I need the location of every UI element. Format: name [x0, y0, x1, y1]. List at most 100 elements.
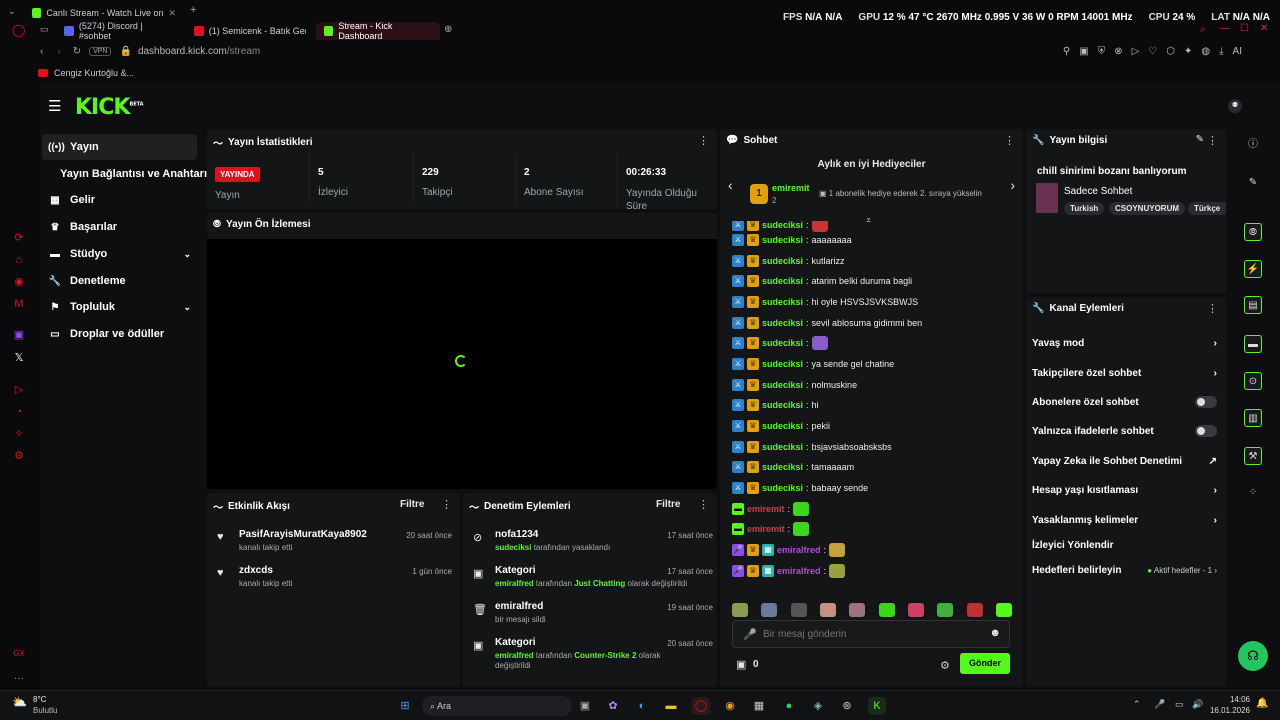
nav-stream-key[interactable]: Yayın Bağlantısı ve Anahtarı	[42, 161, 207, 187]
info-icon[interactable]: ⓘ	[1244, 136, 1262, 154]
chat-username[interactable]: emiralfred	[777, 566, 821, 576]
sidebar-player-icon[interactable]: ▷	[12, 383, 26, 397]
emote-icon[interactable]	[819, 603, 836, 617]
chat-username[interactable]: sudeciksi	[762, 359, 803, 369]
emote-icon[interactable]	[995, 603, 1012, 617]
top-gifter-name[interactable]: emiremit	[772, 183, 810, 193]
pencil-icon[interactable]: ✎	[1244, 174, 1262, 192]
minimize-icon[interactable]: —	[1220, 23, 1230, 34]
moderation-category[interactable]: Just Chatting	[574, 579, 625, 588]
url-field[interactable]: dashboard.kick.com/stream	[138, 46, 260, 57]
chat-username[interactable]: sudeciksi	[762, 256, 803, 266]
browser-tab-2[interactable]: (5274) Discord | #sohbet	[56, 21, 184, 41]
copilot-icon[interactable]: ✿	[604, 697, 622, 715]
edge-icon[interactable]: ◐	[633, 697, 651, 715]
filter-button[interactable]: Filtre	[656, 499, 680, 510]
sidebar-extensions-icon[interactable]: ✧	[12, 427, 26, 441]
action-ai-moderation[interactable]: Yapay Zeka ile Sohbet Denetimi ↗	[1032, 451, 1217, 471]
broadcast-tool-icon[interactable]: ⊙	[1244, 372, 1262, 390]
sidebar-gmail-icon[interactable]: M	[12, 297, 26, 311]
nav-basarilar[interactable]: ♛ Başarılar	[42, 214, 197, 240]
browser-tab-active[interactable]: Stream - Kick Dashboard	[316, 21, 440, 41]
activity-user[interactable]: PasifArayisMuratKaya8902	[239, 529, 367, 540]
add-tab-icon[interactable]: ⊕	[444, 24, 452, 35]
new-tab-icon[interactable]: +	[190, 4, 196, 16]
chat-username[interactable]: sudeciksi	[762, 483, 803, 493]
chat-input[interactable]	[763, 626, 978, 642]
opera-gx-icon[interactable]: ◯	[692, 697, 710, 715]
chat-username[interactable]: sudeciksi	[762, 276, 803, 286]
chat-username[interactable]: emiremit	[747, 524, 785, 534]
chat-username[interactable]: sudeciksi	[762, 400, 803, 410]
nav-yayin[interactable]: ((•)) Yayın	[42, 134, 197, 160]
chrome-icon[interactable]: ◉	[721, 697, 739, 715]
tab-menu-icon[interactable]: ⌄	[8, 6, 16, 17]
chat-username[interactable]: sudeciksi	[762, 338, 803, 348]
spotify-icon[interactable]: ●	[780, 697, 798, 715]
stream-category[interactable]: Sadece Sohbet	[1064, 186, 1132, 197]
close-tab-icon[interactable]: ✕	[168, 8, 176, 19]
profile-icon[interactable]: ◍	[1201, 46, 1210, 57]
shield-icon[interactable]: ⛨	[1098, 46, 1106, 57]
action-slow-mode[interactable]: Yavaş mod ›	[1032, 333, 1217, 353]
user-avatar[interactable]: ⚉	[1228, 99, 1242, 113]
edit-icon[interactable]: ✎	[1196, 134, 1204, 145]
chat-input-box[interactable]: 🎤 ☻	[732, 620, 1010, 648]
bookmark-item[interactable]: Cengiz Kurtoğlu &...	[54, 68, 134, 78]
activity-user[interactable]: zdxcds	[239, 565, 273, 576]
nav-topluluk[interactable]: ⚑ Topluluk ⌄	[42, 294, 197, 320]
tag-chip[interactable]: Türkçe	[1188, 202, 1226, 215]
nav-studyo[interactable]: ▬ Stüdyo ⌄	[42, 241, 197, 267]
snapshot-icon[interactable]: ▣	[1079, 46, 1088, 57]
downloads-icon[interactable]: ⤓	[1219, 46, 1223, 57]
ai-button[interactable]: AI	[1233, 46, 1242, 57]
tray-chevron-icon[interactable]: ⌃	[1133, 699, 1141, 710]
chat-username[interactable]: sudeciksi	[762, 442, 803, 452]
lightning-tool-icon[interactable]: ⚡	[1244, 260, 1262, 278]
sidebar-messenger-icon[interactable]: ◉	[12, 275, 26, 289]
sidebar-gx-icon[interactable]: GX	[12, 647, 26, 661]
emote-icon[interactable]	[937, 603, 954, 617]
browser-tab-1[interactable]: Canlı Stream - Watch Live on K... ✕	[24, 4, 184, 22]
taskbar-search[interactable]: ⌕ Ara	[422, 696, 572, 716]
moderation-target[interactable]: emiralfred	[495, 601, 543, 612]
heart-icon[interactable]: ♡	[1148, 46, 1157, 57]
moderation-actor[interactable]: emiralfred	[495, 651, 534, 660]
emote-icon[interactable]	[907, 603, 924, 617]
windows-start-icon[interactable]: ⊞	[396, 697, 414, 715]
extensions-icon[interactable]: ⬡	[1166, 46, 1175, 57]
steam-icon[interactable]: ◈	[809, 697, 827, 715]
sidebar-settings-icon[interactable]: ⚙	[12, 449, 26, 463]
app-icon[interactable]: ⊛	[838, 697, 856, 715]
camera-tool-icon[interactable]: ⦾	[1244, 223, 1262, 241]
play-icon[interactable]: ▷	[1132, 46, 1140, 57]
sidebar-history-icon[interactable]: ◔	[12, 405, 26, 419]
moderation-actor[interactable]: emiralfred	[495, 579, 534, 588]
store-icon[interactable]: ▦	[750, 697, 768, 715]
weather-icon[interactable]: ⛅	[12, 695, 27, 709]
chat-username[interactable]: emiralfred	[777, 545, 821, 555]
emote-icon[interactable]	[878, 603, 895, 617]
emoji-icon[interactable]: ☻	[989, 627, 1001, 639]
search-tabs-icon[interactable]: ⌕	[1200, 24, 1206, 35]
chat-username[interactable]: sudeciksi	[762, 462, 803, 472]
clock-time[interactable]: 14:06	[1220, 695, 1250, 704]
more-options-icon[interactable]: ⋮	[1004, 134, 1015, 147]
sidebar-twitch-icon[interactable]: ▣	[12, 328, 26, 342]
emote-icon[interactable]	[732, 603, 748, 617]
sidebar-bag-icon[interactable]: ⌂	[12, 253, 26, 267]
browser-tab-3[interactable]: (1) Semicenk - Batık Gemi	[186, 22, 314, 40]
close-window-icon[interactable]: ✕	[1260, 23, 1268, 34]
kick-app-icon[interactable]: K	[868, 697, 886, 715]
emotes-only-toggle[interactable]	[1195, 425, 1217, 437]
layout-tool-icon[interactable]: ▥	[1244, 409, 1262, 427]
chat-username[interactable]: sudeciksi	[762, 235, 803, 245]
maximize-icon[interactable]: ☐	[1240, 23, 1249, 34]
more-options-icon[interactable]: ⋮	[441, 498, 452, 511]
puzzle-icon[interactable]: ✦	[1184, 46, 1192, 57]
subscribers-only-toggle[interactable]	[1195, 396, 1217, 408]
dots-grid-icon[interactable]: ⁘	[1244, 484, 1262, 502]
prev-gifter-icon[interactable]: ‹	[728, 177, 733, 193]
sidebar-more-icon[interactable]: …	[12, 669, 26, 683]
chat-tool-icon[interactable]: ▬	[1244, 335, 1262, 353]
